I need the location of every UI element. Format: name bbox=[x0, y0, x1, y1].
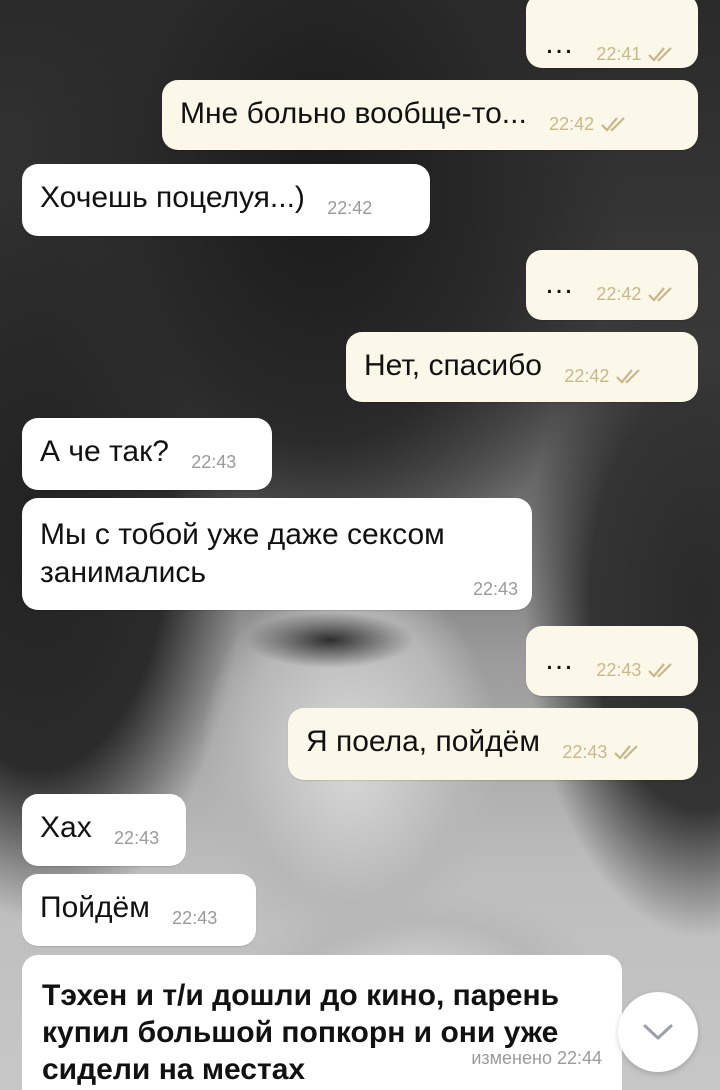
message-text: Я поела, пойдём bbox=[306, 725, 540, 759]
message-bubble-outgoing[interactable]: Я поела, пойдём 22:43 bbox=[288, 708, 698, 780]
message-meta: 22:43 bbox=[172, 909, 217, 927]
message-text: Мне больно вообще-то... bbox=[180, 97, 527, 131]
message-bubble-incoming[interactable]: Пойдём 22:43 bbox=[22, 874, 256, 946]
scroll-to-bottom-button[interactable] bbox=[618, 992, 698, 1072]
message-text: Хочешь поцелуя...) bbox=[40, 181, 305, 215]
double-check-icon bbox=[647, 286, 677, 302]
message-meta: 22:42 bbox=[564, 367, 645, 385]
message-text: … bbox=[544, 267, 574, 301]
message-bubble-incoming-story[interactable]: Тэхен и т/и дошли до кино, парень купил … bbox=[22, 955, 622, 1090]
message-meta: 22:42 bbox=[549, 115, 630, 133]
chevron-down-icon bbox=[642, 1022, 674, 1042]
message-bubble-incoming[interactable]: А че так? 22:43 bbox=[22, 418, 272, 490]
message-time: 22:42 bbox=[564, 366, 610, 386]
message-time: 22:43 bbox=[191, 452, 237, 472]
message-meta: 22:43 bbox=[191, 453, 236, 471]
message-bubble-incoming[interactable]: Мы с тобой уже даже сексом занимались 22… bbox=[22, 498, 532, 610]
message-meta: 22:42 bbox=[327, 199, 372, 217]
message-bubble-outgoing[interactable]: … 22:42 bbox=[526, 250, 698, 320]
message-text: Хах bbox=[40, 811, 92, 845]
message-time: 22:43 bbox=[562, 742, 608, 762]
message-time: 22:43 bbox=[172, 908, 218, 928]
message-bubble-outgoing[interactable]: … 22:41 bbox=[526, 0, 698, 68]
message-edited-time: изменено 22:44 bbox=[471, 1048, 602, 1068]
message-bubble-outgoing[interactable]: Мне больно вообще-то... 22:42 bbox=[162, 80, 698, 150]
message-time: 22:43 bbox=[596, 660, 642, 680]
message-meta: 22:41 bbox=[596, 45, 677, 63]
message-time: 22:41 bbox=[596, 44, 642, 64]
message-text: Мы с тобой уже даже сексом занимались bbox=[40, 518, 445, 589]
message-text: Пойдём bbox=[40, 891, 150, 925]
message-text: … bbox=[544, 643, 574, 677]
message-time: 22:42 bbox=[549, 114, 595, 134]
double-check-icon bbox=[647, 46, 677, 62]
message-text: … bbox=[544, 27, 574, 61]
message-meta: 22:43 bbox=[596, 661, 677, 679]
double-check-icon bbox=[647, 662, 677, 678]
double-check-icon bbox=[613, 744, 643, 760]
double-check-icon bbox=[615, 368, 645, 384]
double-check-icon bbox=[600, 116, 630, 132]
message-meta: 22:42 bbox=[596, 285, 677, 303]
message-time: 22:43 bbox=[114, 828, 160, 848]
message-bubble-incoming[interactable]: Хочешь поцелуя...) 22:42 bbox=[22, 164, 430, 236]
message-meta: 22:43 bbox=[114, 829, 159, 847]
message-bubble-outgoing[interactable]: Нет, спасибо 22:42 bbox=[346, 332, 698, 402]
message-meta: 22:43 bbox=[562, 743, 643, 761]
message-text: Нет, спасибо bbox=[364, 349, 542, 383]
message-time: 22:42 bbox=[327, 198, 373, 218]
message-text: А че так? bbox=[40, 435, 169, 469]
message-meta: 22:43 bbox=[473, 580, 518, 598]
message-bubble-outgoing[interactable]: … 22:43 bbox=[526, 626, 698, 696]
message-time: 22:43 bbox=[472, 579, 518, 599]
message-time: 22:42 bbox=[596, 284, 642, 304]
message-bubble-incoming[interactable]: Хах 22:43 bbox=[22, 794, 186, 866]
